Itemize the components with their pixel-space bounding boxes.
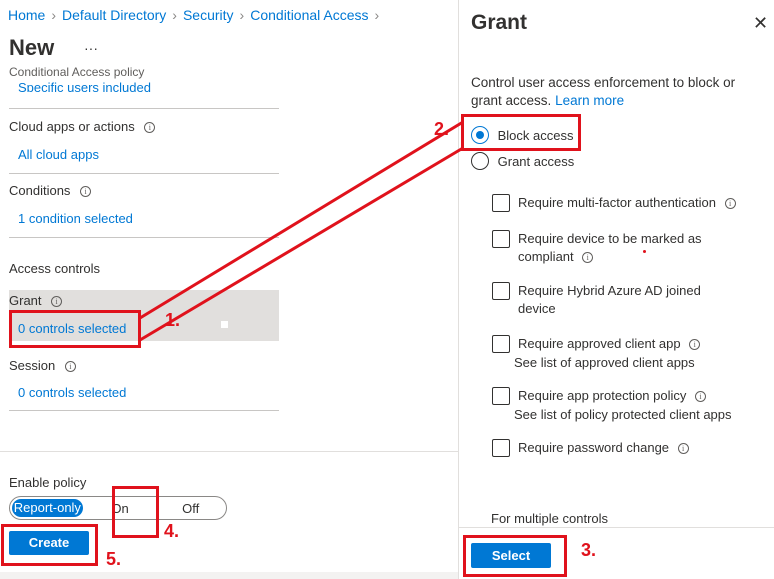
annotation-label-3: 3. (581, 540, 597, 560)
annotation-box-select (463, 535, 567, 577)
annotation-label-5: 5. (106, 549, 122, 569)
annotation-label-2: 2. (434, 119, 450, 139)
annotation-box-block-access (461, 114, 581, 151)
annotation-box-create (1, 524, 98, 566)
annotation-label-4: 4. (164, 521, 180, 541)
annotation-box-grant (9, 310, 141, 348)
annotation-line-bottom (139, 146, 464, 342)
annotation-box-on (112, 486, 159, 538)
annotation-line-top (139, 120, 464, 320)
annotation-label-1: 1. (165, 310, 181, 330)
